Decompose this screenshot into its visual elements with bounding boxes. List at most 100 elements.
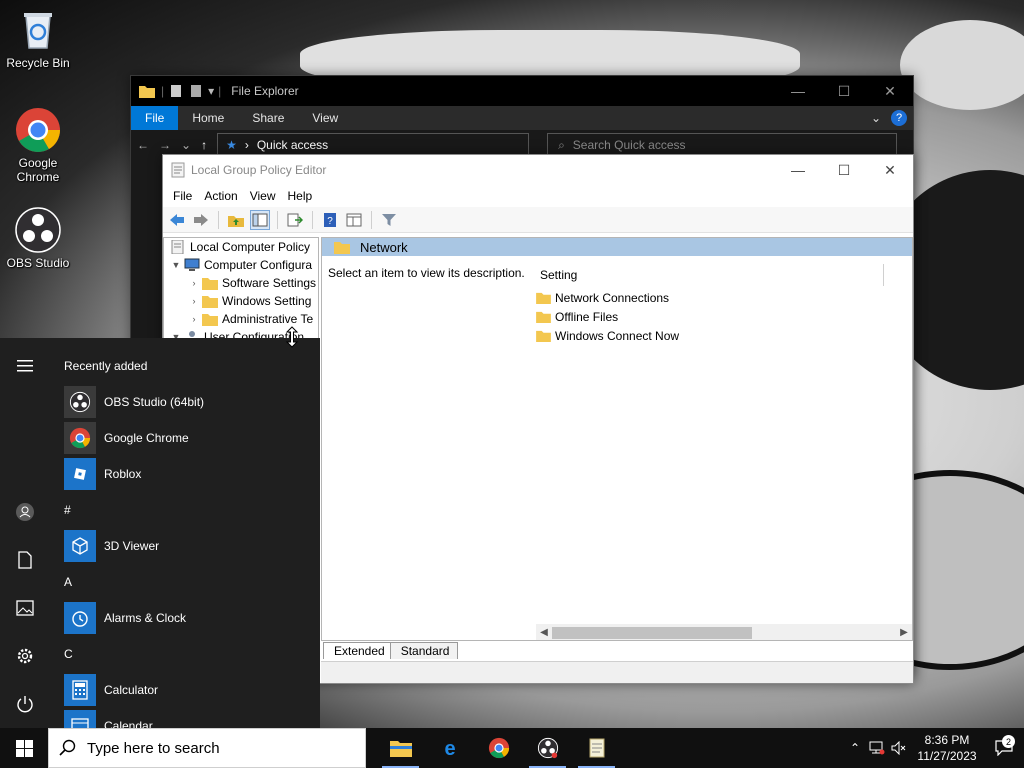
power-button[interactable] bbox=[0, 684, 50, 724]
app-3d-viewer[interactable]: 3D Viewer bbox=[64, 528, 320, 564]
gpe-titlebar[interactable]: Local Group Policy Editor — ☐ ✕ bbox=[163, 155, 913, 185]
app-calendar[interactable]: Calendar bbox=[64, 708, 320, 728]
network-button[interactable] bbox=[866, 741, 888, 755]
tree-item-local-computer-policy[interactable]: Local Computer Policy bbox=[164, 238, 318, 256]
ribbon-tab-share[interactable]: Share bbox=[238, 106, 298, 130]
scroll-thumb[interactable] bbox=[552, 627, 752, 639]
expand-arrow-icon[interactable]: › bbox=[188, 296, 200, 306]
tree-item-label: Administrative Te bbox=[222, 312, 314, 326]
help-button[interactable]: ? bbox=[320, 210, 340, 230]
tree-item-computer-configuration[interactable]: ▼ Computer Configura bbox=[164, 256, 318, 274]
forward-arrow-icon[interactable]: → bbox=[159, 138, 171, 152]
recycle-bin-icon bbox=[24, 13, 52, 49]
group-letter-a[interactable]: A bbox=[64, 564, 320, 600]
help-icon[interactable]: ? bbox=[891, 110, 907, 126]
taskbar-group-policy-editor[interactable] bbox=[572, 728, 621, 768]
app-list: Recently added OBS Studio (64bit) Google… bbox=[64, 338, 320, 728]
system-tray: ⌃ 8:36 PM 11/27/2023 2 bbox=[844, 728, 1024, 768]
menu-action[interactable]: Action bbox=[198, 189, 243, 203]
app-google-chrome[interactable]: Google Chrome bbox=[64, 420, 320, 456]
taskbar-edge[interactable]: e bbox=[425, 728, 474, 768]
tree-item-label: Windows Setting bbox=[222, 294, 312, 308]
forward-button[interactable] bbox=[191, 210, 211, 230]
extended-view-button[interactable] bbox=[344, 210, 364, 230]
tab-extended[interactable]: Extended bbox=[323, 642, 394, 659]
app-label: Roblox bbox=[104, 467, 142, 481]
tree-item-windows-settings[interactable]: › Windows Setting bbox=[164, 292, 318, 310]
expand-arrow-icon[interactable]: › bbox=[188, 278, 200, 288]
taskbar-file-explorer[interactable] bbox=[376, 728, 425, 768]
desktop-icon-obs-studio[interactable]: OBS Studio bbox=[0, 206, 76, 270]
taskbar-search-input[interactable]: Type here to search bbox=[48, 728, 366, 768]
menu-file[interactable]: File bbox=[167, 189, 198, 203]
account-button[interactable] bbox=[0, 492, 50, 532]
desktop-icon-label: OBS Studio bbox=[6, 256, 70, 270]
app-alarms-clock[interactable]: Alarms & Clock bbox=[64, 600, 320, 636]
taskbar-chrome[interactable] bbox=[474, 728, 523, 768]
pictures-button[interactable] bbox=[0, 588, 50, 628]
expand-arrow-icon[interactable]: › bbox=[188, 314, 200, 324]
settings-button[interactable] bbox=[0, 636, 50, 676]
horizontal-scrollbar[interactable]: ◀ ▶ bbox=[536, 624, 912, 640]
app-calculator[interactable]: Calculator bbox=[64, 672, 320, 708]
new-folder-icon[interactable] bbox=[190, 84, 202, 98]
list-item-windows-connect-now[interactable]: Windows Connect Now bbox=[536, 326, 679, 345]
start-rail bbox=[0, 338, 50, 728]
scroll-left-icon[interactable]: ◀ bbox=[536, 627, 552, 638]
start-button[interactable] bbox=[0, 728, 48, 768]
ribbon-tab-home[interactable]: Home bbox=[178, 106, 238, 130]
chevron-down-icon[interactable]: ⌄ bbox=[871, 111, 881, 125]
minimize-button[interactable]: — bbox=[775, 155, 821, 185]
back-arrow-icon[interactable]: ← bbox=[137, 138, 149, 152]
app-roblox[interactable]: Roblox bbox=[64, 456, 320, 492]
app-obs-studio[interactable]: OBS Studio (64bit) bbox=[64, 384, 320, 420]
window-title: Local Group Policy Editor bbox=[191, 163, 327, 177]
maximize-button[interactable]: ☐ bbox=[821, 76, 867, 106]
minimize-button[interactable]: — bbox=[775, 76, 821, 106]
documents-button[interactable] bbox=[0, 540, 50, 580]
taskbar-obs[interactable] bbox=[523, 728, 572, 768]
properties-icon[interactable] bbox=[170, 84, 182, 98]
menu-view[interactable]: View bbox=[244, 189, 282, 203]
group-letter-c[interactable]: C bbox=[64, 636, 320, 672]
collapse-arrow-icon[interactable]: ▼ bbox=[170, 260, 182, 270]
filter-button[interactable] bbox=[379, 210, 399, 230]
scroll-track[interactable] bbox=[552, 624, 896, 640]
volume-button[interactable] bbox=[888, 741, 910, 755]
user-avatar-icon bbox=[16, 503, 34, 521]
list-item-network-connections[interactable]: Network Connections bbox=[536, 288, 679, 307]
group-letter-hash[interactable]: # bbox=[64, 492, 320, 528]
obs-icon bbox=[537, 737, 558, 759]
tab-standard[interactable]: Standard bbox=[389, 642, 459, 659]
file-explorer-titlebar[interactable]: | ▾ | File Explorer — ☐ ✕ bbox=[131, 76, 913, 106]
back-button[interactable] bbox=[167, 210, 187, 230]
ribbon-tab-file[interactable]: File bbox=[131, 106, 179, 130]
item-description: Select an item to view its description. bbox=[328, 266, 525, 280]
desktop-icon-google-chrome[interactable]: Google Chrome bbox=[0, 106, 76, 184]
action-center-button[interactable]: 2 bbox=[984, 735, 1024, 756]
app-label: Calendar bbox=[104, 719, 153, 728]
desktop-icon-recycle-bin[interactable]: Recycle Bin bbox=[0, 6, 76, 70]
taskbar-clock[interactable]: 8:36 PM 11/27/2023 bbox=[910, 732, 984, 764]
ribbon-tab-view[interactable]: View bbox=[298, 106, 352, 130]
up-arrow-icon[interactable]: ↑ bbox=[201, 138, 207, 152]
windows-logo-icon bbox=[15, 739, 33, 757]
help-book-icon: ? bbox=[324, 212, 336, 227]
column-header-setting[interactable]: Setting bbox=[538, 264, 884, 286]
close-button[interactable]: ✕ bbox=[867, 76, 913, 106]
scroll-right-icon[interactable]: ▶ bbox=[896, 627, 912, 638]
folder-icon bbox=[536, 292, 551, 304]
show-hidden-icons-button[interactable]: ⌃ bbox=[844, 741, 866, 755]
chevron-down-icon[interactable]: ⌄ bbox=[181, 138, 191, 152]
export-list-button[interactable] bbox=[285, 210, 305, 230]
up-one-level-button[interactable] bbox=[226, 210, 246, 230]
maximize-button[interactable]: ☐ bbox=[821, 155, 867, 185]
list-item-offline-files[interactable]: Offline Files bbox=[536, 307, 679, 326]
close-button[interactable]: ✕ bbox=[867, 155, 913, 185]
menu-help[interactable]: Help bbox=[282, 189, 319, 203]
show-hide-console-tree-button[interactable] bbox=[250, 209, 270, 230]
tree-item-software-settings[interactable]: › Software Settings bbox=[164, 274, 318, 292]
expand-menu-button[interactable] bbox=[0, 346, 50, 386]
chevron-down-icon[interactable]: ▾ bbox=[208, 84, 214, 98]
search-icon: ⌕ bbox=[558, 137, 565, 152]
